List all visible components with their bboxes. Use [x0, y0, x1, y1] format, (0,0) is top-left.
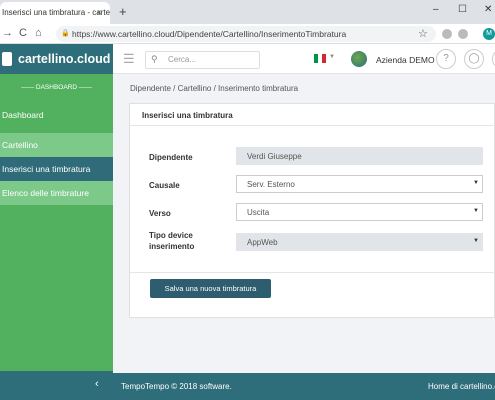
- company-name[interactable]: Azienda DEMO: [376, 55, 435, 65]
- tipo-device-value: AppWeb: [247, 238, 278, 247]
- sidebar: cartellino.cloud —— DASHBOARD —— Dashboa…: [0, 44, 113, 400]
- dipendente-field: Verdi Giuseppe: [236, 147, 483, 165]
- search-icon: ⚲: [151, 54, 158, 64]
- sidebar-item-inserisci[interactable]: Inserisci una timbratura: [0, 157, 113, 181]
- maximize-button[interactable]: ☐: [458, 4, 467, 15]
- home-button[interactable]: ⌂: [35, 27, 42, 39]
- help-icon[interactable]: ?: [436, 49, 456, 69]
- chevron-down-icon: ▼: [473, 238, 479, 244]
- main-content: Dipendente / Cartellino / Inserimento ti…: [113, 74, 495, 373]
- chevron-down-icon: ▼: [329, 54, 335, 60]
- forward-button[interactable]: →: [2, 27, 13, 39]
- breadcrumb: Dipendente / Cartellino / Inserimento ti…: [130, 84, 299, 93]
- field-label-dipendente: Dipendente: [149, 153, 193, 162]
- browser-tab-bar: Inserisci una timbratura - cartellino.cl…: [0, 0, 495, 24]
- close-window-button[interactable]: ✕: [484, 4, 492, 15]
- search-input[interactable]: ⚲ Cerca...: [145, 51, 260, 69]
- chevron-down-icon: ▼: [473, 208, 479, 214]
- logo-text: cartellino.cloud: [18, 52, 111, 66]
- app-footer: TempoTempo © 2018 software. Home di cart…: [113, 373, 495, 400]
- app-logo[interactable]: cartellino.cloud: [0, 44, 113, 74]
- extension-icon[interactable]: [458, 29, 468, 39]
- field-label-causale: Causale: [149, 181, 180, 190]
- divider: [130, 272, 495, 273]
- sidebar-item-dashboard[interactable]: Dashboard: [0, 102, 113, 129]
- profile-avatar[interactable]: M: [483, 28, 495, 40]
- verso-value: Uscita: [247, 208, 270, 217]
- language-flag-icon[interactable]: [314, 54, 326, 63]
- causale-select[interactable]: Serv. Esterno ▼: [236, 175, 483, 193]
- field-label-verso: Verso: [149, 209, 171, 218]
- sidebar-section-header: —— DASHBOARD ——: [21, 84, 92, 91]
- lock-icon: 🔒: [61, 30, 70, 37]
- chevron-down-icon: ▼: [473, 180, 479, 186]
- divider: [130, 125, 495, 126]
- save-button[interactable]: Salva una nuova timbratura: [150, 279, 271, 298]
- extension-icon[interactable]: [442, 29, 452, 39]
- sidebar-item-elenco[interactable]: Elenco delle timbrature: [0, 181, 113, 205]
- minimize-button[interactable]: –: [433, 4, 439, 15]
- card-title: Inserisci una timbratura: [142, 111, 233, 120]
- bookmark-star-icon[interactable]: ☆: [418, 27, 428, 40]
- sidebar-footer: ‹: [0, 371, 113, 400]
- user-icon[interactable]: ◯: [464, 49, 484, 69]
- company-logo: [351, 51, 367, 67]
- sidebar-item-cartellino[interactable]: Cartellino: [0, 133, 113, 157]
- home-link[interactable]: Home di cartellino.cloud: [428, 382, 495, 391]
- copyright-text: TempoTempo © 2018 software.: [121, 382, 232, 391]
- new-tab-button[interactable]: +: [119, 4, 127, 19]
- tipo-device-select: AppWeb ▼: [236, 233, 483, 251]
- address-bar-row: → C ⌂ 🔒 https://www.cartellino.cloud/Dip…: [0, 24, 495, 44]
- verso-select[interactable]: Uscita ▼: [236, 203, 483, 221]
- logo-icon: [2, 52, 12, 66]
- collapse-sidebar-icon[interactable]: ‹: [95, 378, 99, 390]
- reload-button[interactable]: C: [19, 27, 27, 39]
- search-placeholder: Cerca...: [168, 55, 197, 64]
- tab-title: Inserisci una timbratura - cartellino.cl: [2, 8, 110, 17]
- app-header: ☰ ⚲ Cerca... ▼ Azienda DEMO ? ◯: [113, 44, 495, 74]
- field-label-tipo-device: Tipo device inserimento: [149, 231, 195, 251]
- form-card: Inserisci una timbratura Dipendente Verd…: [129, 103, 495, 318]
- url-field[interactable]: 🔒 https://www.cartellino.cloud/Dipendent…: [56, 26, 436, 42]
- url-text: https://www.cartellino.cloud/Dipendente/…: [72, 29, 347, 39]
- browser-tab[interactable]: Inserisci una timbratura - cartellino.cl…: [0, 2, 110, 24]
- hamburger-menu-icon[interactable]: ☰: [123, 51, 135, 67]
- tab-close-icon[interactable]: ×: [97, 8, 102, 17]
- causale-value: Serv. Esterno: [247, 180, 295, 189]
